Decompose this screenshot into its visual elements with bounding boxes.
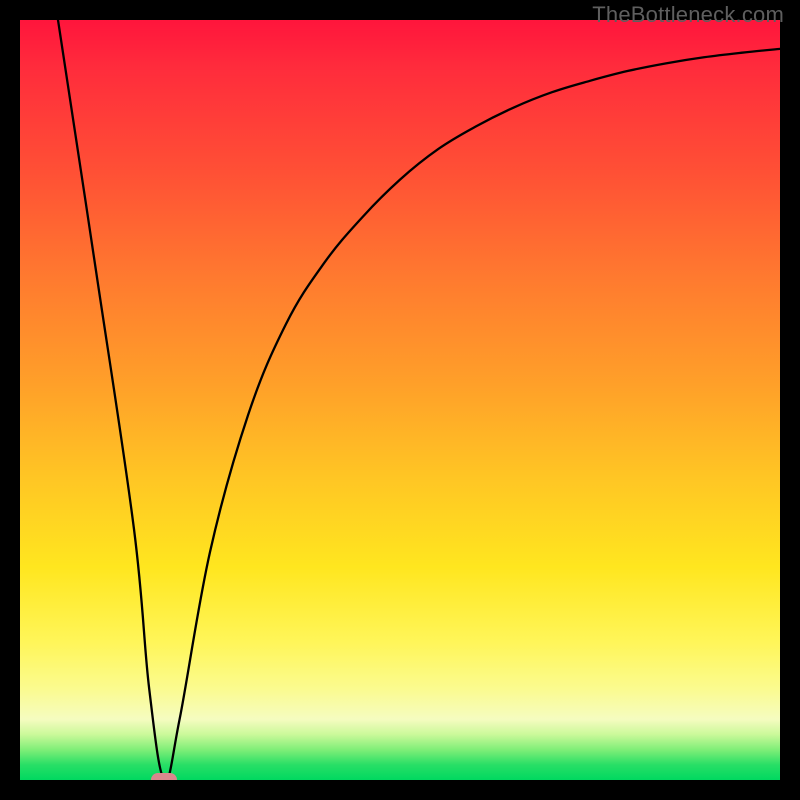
- plot-area: [20, 20, 780, 780]
- watermark-text: TheBottleneck.com: [592, 2, 784, 28]
- chart-frame: TheBottleneck.com: [0, 0, 800, 800]
- optimal-point-marker: [151, 773, 177, 780]
- bottleneck-curve: [20, 20, 780, 780]
